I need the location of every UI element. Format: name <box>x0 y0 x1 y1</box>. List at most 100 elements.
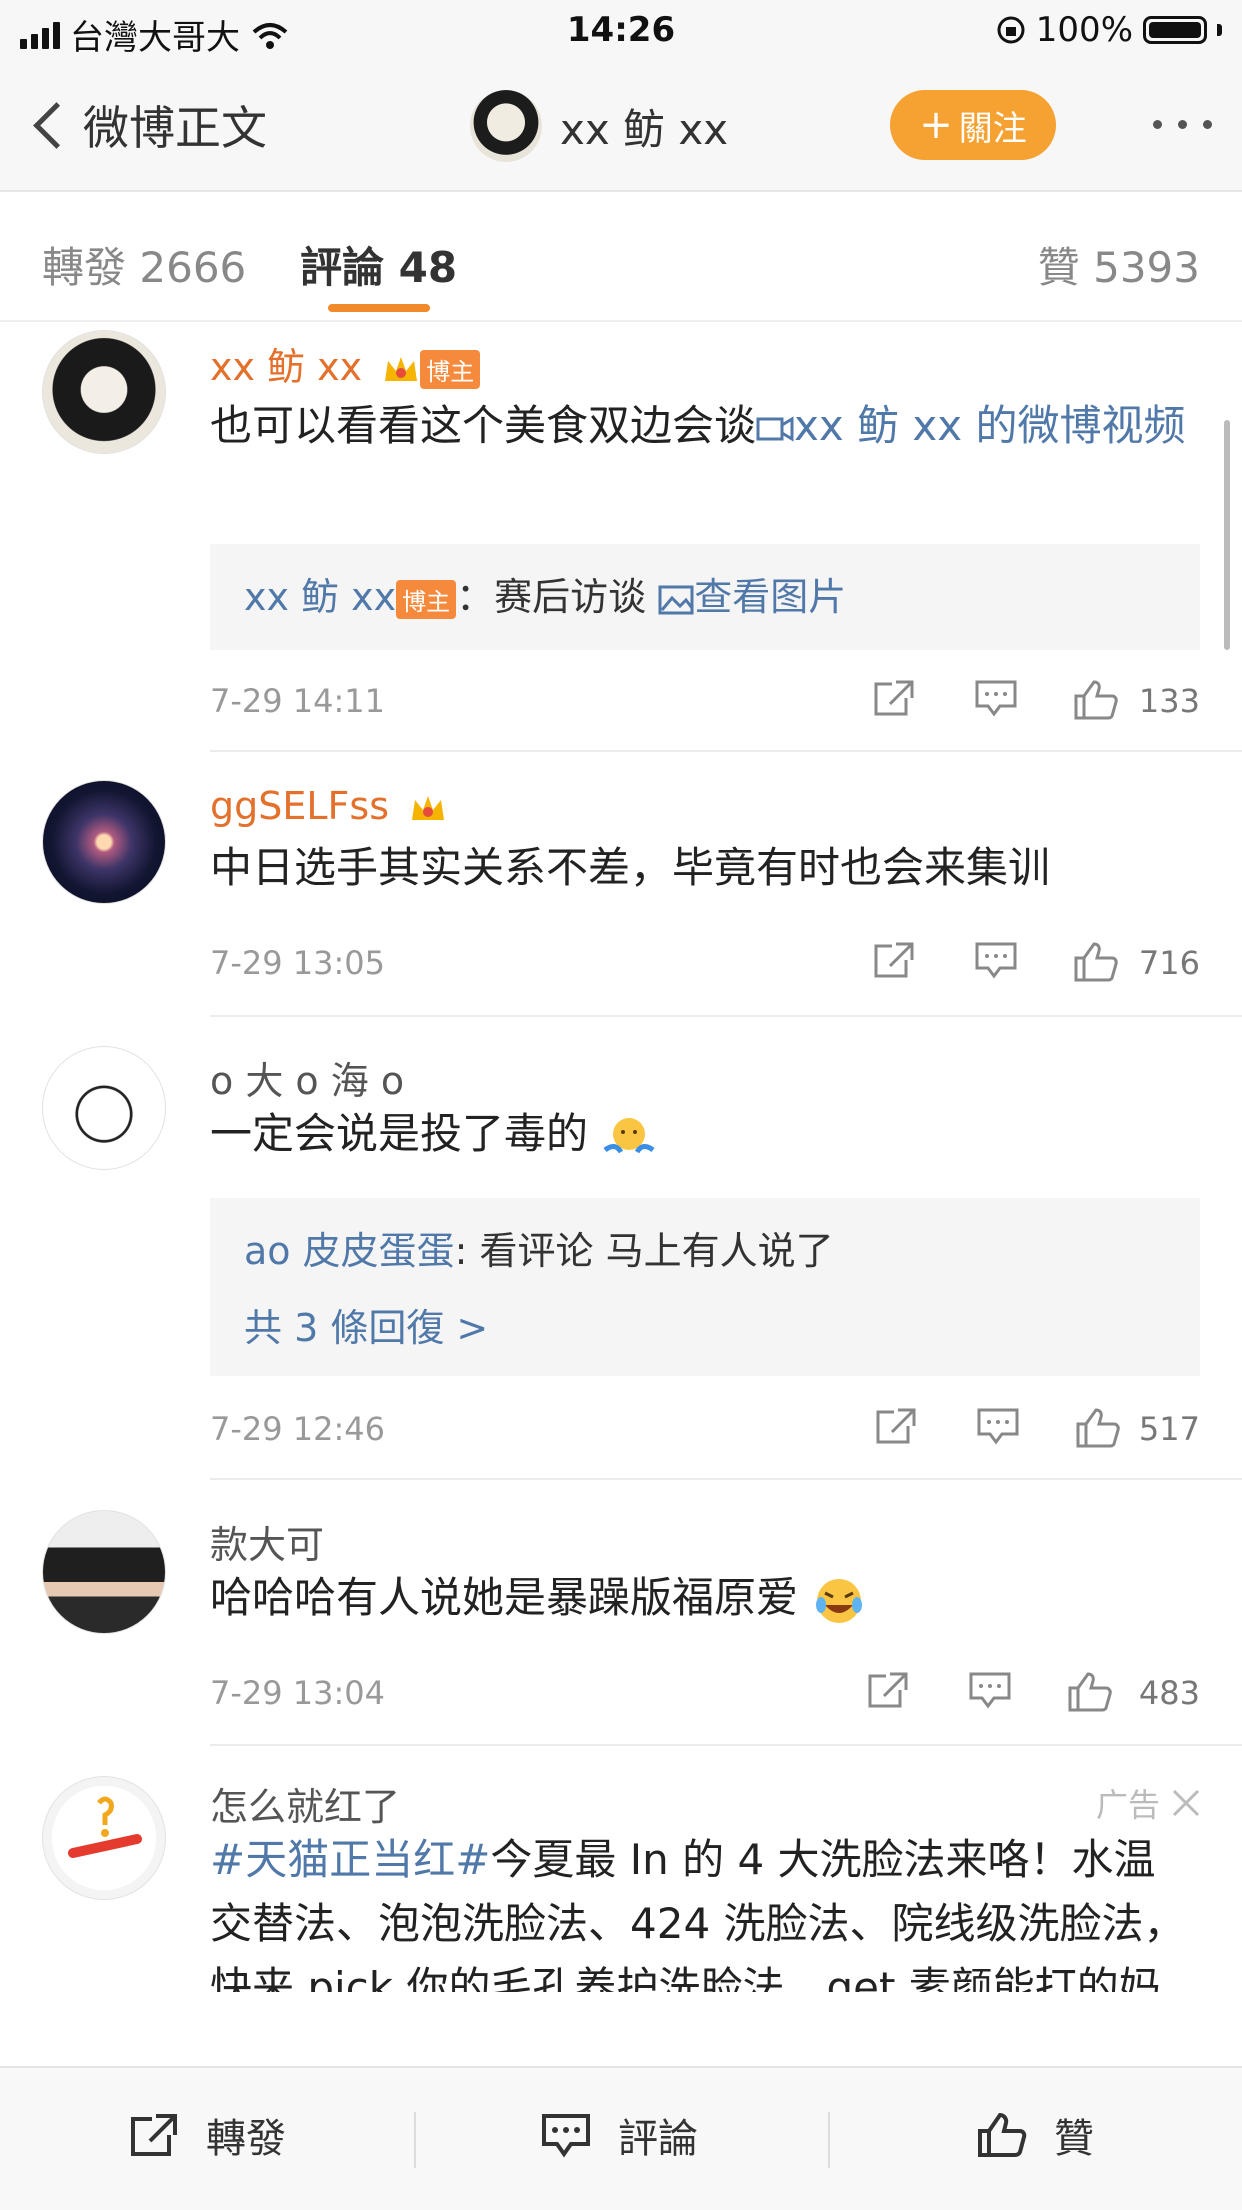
author-name: ggSELFss <box>210 784 389 828</box>
repost-icon[interactable] <box>872 678 916 718</box>
battery-icon <box>1143 16 1207 44</box>
comment-icon <box>542 2114 590 2158</box>
video-link-label: xx 鲂 xx 的微博视频 <box>794 401 1186 450</box>
scrollbar[interactable] <box>1224 420 1230 650</box>
like-icon[interactable] <box>1072 678 1120 722</box>
brand-logo-icon <box>68 1796 142 1858</box>
more-icon[interactable] <box>1153 120 1212 129</box>
comment-text-body: 也可以看看这个美食双边会谈 <box>210 401 757 450</box>
bottom-comment-button[interactable]: 評論 <box>540 2106 698 2164</box>
more-replies-link[interactable]: 共 3 條回復 > <box>244 1297 1166 1352</box>
avatar[interactable] <box>42 1776 166 1900</box>
battery-percent: 100% <box>1035 10 1133 50</box>
comment-date: 7-29 14:11 <box>210 682 386 720</box>
divider <box>414 2112 416 2168</box>
plus-icon: + <box>919 102 953 148</box>
comment-date: 7-29 12:46 <box>210 1410 386 1448</box>
tab-bar: 轉發 2666 評論 48 贊 5393 <box>0 192 1242 322</box>
laughing-emoji-icon <box>816 1578 863 1623</box>
follow-button[interactable]: + 關注 <box>890 90 1056 160</box>
comment-date: 7-29 13:05 <box>210 944 386 982</box>
comment-meta: 7-29 13:04 483 <box>210 1660 1200 1720</box>
reply-text: : 看评论 马上有人说了 <box>454 1229 834 1273</box>
author-badge: 博主 <box>420 350 481 389</box>
comment-text: 也可以看看这个美食双边会谈 xx 鲂 xx 的微博视频 <box>210 394 1200 458</box>
status-right: 100% <box>996 10 1222 50</box>
divider <box>210 1744 1242 1746</box>
avatar[interactable] <box>42 1046 166 1170</box>
crown-icon <box>385 356 418 381</box>
tab-like-label: 贊 <box>1037 243 1080 292</box>
comment-meta: 7-29 14:11 133 <box>210 668 1200 728</box>
comment-author[interactable]: xx 鲂 xx 博主 <box>210 336 481 391</box>
status-bar: 台灣大哥大 14:26 100% <box>0 0 1242 62</box>
tab-comment-count: 48 <box>398 243 458 292</box>
comment-icon[interactable] <box>976 1406 1020 1446</box>
comment-icon[interactable] <box>974 940 1018 980</box>
nav-bar: 微博正文 xx 鲂 xx + 關注 <box>0 62 1242 192</box>
like-count: 483 <box>1138 1674 1200 1712</box>
ad-label: 广告 <box>1095 1786 1160 1824</box>
tab-like[interactable]: 贊 5393 <box>1038 234 1200 295</box>
like-count: 716 <box>1138 944 1200 982</box>
tab-repost-label: 轉發 <box>42 243 127 292</box>
close-icon[interactable] <box>1170 1787 1202 1819</box>
bottom-like-button[interactable]: 贊 <box>976 2106 1094 2164</box>
avatar[interactable] <box>42 1510 166 1634</box>
follow-label: 關注 <box>958 108 1027 149</box>
bottom-comment-label: 評論 <box>618 2116 698 2162</box>
chevron-left-icon <box>33 101 80 149</box>
comment-author[interactable]: 怎么就红了 <box>210 1776 400 1831</box>
author-name: xx 鲂 xx <box>210 345 363 389</box>
bottom-like-label: 贊 <box>1054 2116 1094 2162</box>
avatar <box>470 90 542 162</box>
tab-repost-count: 2666 <box>139 243 247 292</box>
nav-username: xx 鲂 xx <box>560 104 729 154</box>
like-icon[interactable] <box>1072 940 1120 984</box>
like-count: 517 <box>1138 1410 1200 1448</box>
repost-icon[interactable] <box>872 940 916 980</box>
bottom-action-bar: 轉發 評論 贊 <box>0 2066 1242 2210</box>
reply-author[interactable]: ao 皮皮蛋蛋 <box>244 1229 455 1273</box>
video-link[interactable]: xx 鲂 xx 的微博视频 <box>756 401 1186 450</box>
crown-icon <box>412 795 445 820</box>
comment-author[interactable]: 款大可 <box>210 1514 324 1569</box>
bottom-repost-button[interactable]: 轉發 <box>128 2106 286 2164</box>
repost-icon[interactable] <box>874 1406 918 1446</box>
avatar[interactable] <box>42 780 166 904</box>
comment-icon[interactable] <box>968 1670 1012 1710</box>
back-label: 微博正文 <box>83 101 267 155</box>
nav-user[interactable]: xx 鲂 xx <box>470 90 728 162</box>
reply-badge: 博主 <box>396 580 457 619</box>
comment-icon[interactable] <box>974 678 1018 718</box>
comment-author[interactable]: ggSELFss <box>210 784 447 828</box>
image-icon <box>658 585 694 614</box>
hashtag-link[interactable]: #天猫正当红# <box>210 1835 490 1884</box>
comment-author[interactable]: o 大 o 海 o <box>210 1050 404 1105</box>
tab-repost[interactable]: 轉發 2666 <box>42 234 246 295</box>
tab-comment[interactable]: 評論 48 <box>300 234 457 295</box>
reply-box[interactable]: xx 鲂 xx 博主 ：赛后访谈 查看图片 <box>210 544 1200 650</box>
avatar[interactable] <box>42 330 166 454</box>
comment-text: 哈哈哈有人说她是暴躁版福原爱 <box>210 1566 1200 1630</box>
comment-text: 一定会说是投了毒的 <box>210 1102 1200 1166</box>
like-icon[interactable] <box>1074 1406 1122 1450</box>
tab-like-count: 5393 <box>1093 243 1200 292</box>
divider <box>210 1478 1242 1480</box>
divider <box>210 750 1242 752</box>
view-image-link[interactable]: 查看图片 <box>658 575 846 619</box>
repost-icon <box>131 2114 177 2156</box>
like-count: 133 <box>1138 682 1200 720</box>
reply-box[interactable]: ao 皮皮蛋蛋: 看评论 马上有人说了 共 3 條回復 > <box>210 1198 1200 1376</box>
divider <box>828 2112 830 2168</box>
back-button[interactable]: 微博正文 <box>30 92 267 158</box>
comment-meta: 7-29 13:05 716 <box>210 930 1200 990</box>
comment-date: 7-29 13:04 <box>210 1674 386 1712</box>
tab-comment-label: 評論 <box>300 243 385 292</box>
battery-cap <box>1217 24 1222 36</box>
repost-icon[interactable] <box>866 1670 910 1710</box>
like-icon[interactable] <box>1066 1670 1114 1714</box>
reply-author[interactable]: xx 鲂 xx <box>244 575 396 619</box>
like-icon <box>978 2112 1027 2157</box>
comment-meta: 7-29 12:46 517 <box>210 1396 1200 1456</box>
